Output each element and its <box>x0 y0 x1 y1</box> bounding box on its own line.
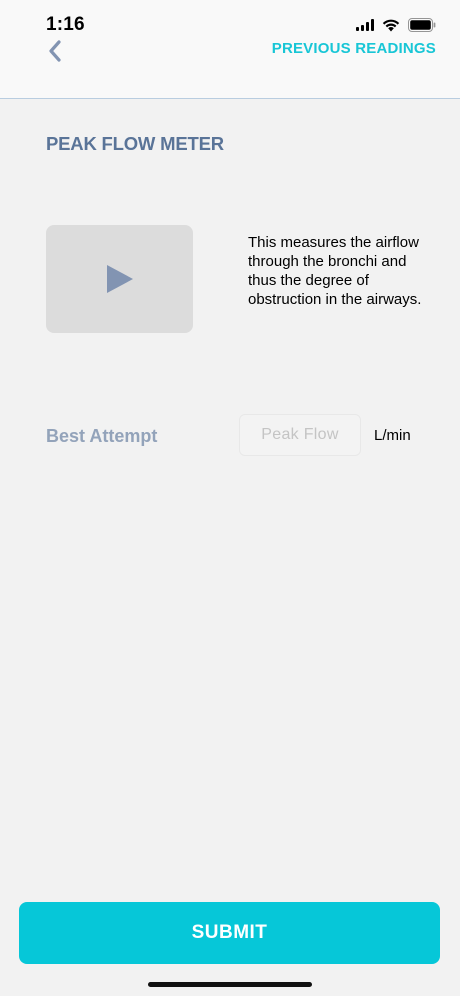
previous-readings-link[interactable]: PREVIOUS READINGS <box>272 40 436 57</box>
header-bar: 1:16 PREVIOUS READINGS <box>0 0 460 99</box>
status-time: 1:16 <box>46 14 85 35</box>
home-indicator <box>148 982 312 987</box>
signal-icon <box>356 19 374 31</box>
peak-flow-screen: 1:16 PREVIOUS READINGS PEAK FLOW METER T… <box>0 0 460 996</box>
battery-icon <box>408 18 436 32</box>
play-icon <box>106 265 133 293</box>
best-attempt-label: Best Attempt <box>46 426 158 446</box>
back-button[interactable] <box>40 36 70 66</box>
unit-label: L/min <box>374 427 411 444</box>
chevron-left-icon <box>49 40 61 62</box>
peak-flow-input[interactable] <box>239 414 361 456</box>
status-icons <box>356 14 436 36</box>
description-text: This measures the airflow through the br… <box>248 234 422 308</box>
page-title: PEAK FLOW METER <box>46 133 224 154</box>
wifi-icon <box>382 19 400 31</box>
video-player[interactable] <box>46 225 193 333</box>
submit-button[interactable]: SUBMIT <box>19 902 440 964</box>
